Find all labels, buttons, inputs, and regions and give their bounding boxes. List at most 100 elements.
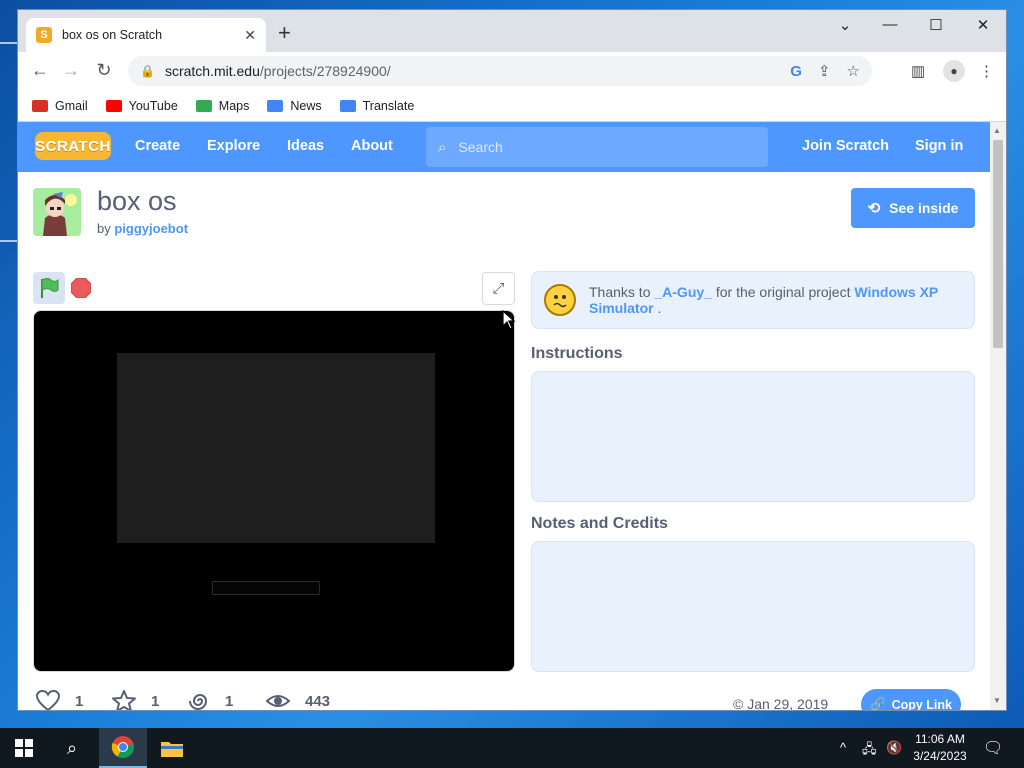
bookmark-label: YouTube — [128, 98, 178, 113]
maximize-button[interactable]: ☐ — [916, 16, 956, 34]
gmail-icon — [32, 99, 48, 112]
desktop-icon-edge[interactable] — [0, 240, 18, 242]
sign-in-link[interactable]: Sign in — [915, 138, 963, 154]
url-path: /projects/278924900/ — [259, 63, 391, 79]
page-scrollbar[interactable]: ▲ ▼ — [990, 122, 1006, 710]
scroll-down-arrow-icon[interactable]: ▼ — [993, 696, 1001, 705]
stage-loading-bar — [212, 581, 320, 595]
url-text[interactable]: scratch.mit.edu/projects/278924900/ — [165, 63, 774, 79]
remix-stat[interactable]: 1 — [189, 689, 233, 710]
fullscreen-button[interactable]: ⤢ — [482, 272, 515, 305]
eye-icon — [265, 695, 291, 707]
original-author-link[interactable]: _A-Guy_ — [654, 284, 712, 300]
clock-time: 11:06 AM — [915, 732, 965, 746]
youtube-icon — [105, 99, 122, 112]
bookmark-star-icon[interactable]: ☆ — [847, 62, 860, 80]
stop-sign-icon — [70, 277, 92, 299]
minimize-button[interactable]: — — [870, 16, 910, 33]
bookmark-label: Translate — [362, 98, 415, 113]
notes-heading: Notes and Credits — [531, 515, 668, 532]
remix-emoji-icon — [544, 284, 576, 316]
remix-credit-box: Thanks to _A-Guy_ for the original proje… — [531, 271, 975, 329]
back-button[interactable]: ← — [29, 60, 51, 81]
notes-box[interactable] — [531, 541, 975, 672]
bookmark-maps[interactable]: Maps — [195, 99, 249, 113]
address-bar[interactable]: 🔒 scratch.mit.edu/projects/278924900/ G … — [128, 56, 872, 86]
favorite-stat[interactable]: 1 — [111, 689, 159, 710]
love-count: 1 — [75, 692, 84, 710]
project-date: © Jan 29, 2019 — [733, 696, 828, 710]
project-author-line: by piggyjoebot — [97, 221, 188, 236]
network-icon[interactable]: 🖧 — [862, 740, 877, 762]
lock-icon[interactable]: 🔒 — [140, 64, 155, 78]
copy-link-button[interactable]: 🔗 Copy Link — [861, 689, 961, 710]
bookmark-news[interactable]: News — [267, 98, 322, 113]
tab-search-button[interactable]: ⌄ — [825, 16, 865, 34]
see-inside-button[interactable]: ⟲ See inside — [851, 188, 975, 228]
desktop-icon-edge[interactable] — [0, 42, 18, 44]
bookmark-label: News — [290, 98, 322, 113]
folder-icon — [161, 742, 183, 757]
instructions-box[interactable] — [531, 371, 975, 502]
tab-title: box os on Scratch — [62, 28, 163, 42]
bookmark-youtube[interactable]: YouTube — [105, 98, 178, 113]
profile-icon[interactable]: ● — [943, 60, 965, 82]
reload-button[interactable]: ↻ — [93, 60, 115, 81]
browser-tab[interactable]: S box os on Scratch ✕ — [26, 18, 266, 52]
maps-icon — [195, 99, 212, 112]
author-link[interactable]: piggyjoebot — [114, 221, 188, 236]
by-prefix: by — [97, 221, 111, 236]
star-icon — [112, 690, 136, 710]
copyright-icon: © — [733, 696, 744, 710]
forward-button[interactable]: → — [60, 60, 82, 81]
chrome-icon — [111, 736, 134, 758]
start-button[interactable] — [0, 728, 48, 768]
search-input[interactable]: ⌕ Search — [426, 127, 768, 167]
new-tab-button[interactable]: + — [278, 22, 291, 44]
views-stat: 443 — [265, 689, 330, 710]
link-icon: 🔗 — [870, 697, 886, 710]
nav-create[interactable]: Create — [135, 138, 180, 154]
google-icon[interactable]: G — [790, 63, 802, 80]
scroll-thumb[interactable] — [993, 140, 1003, 348]
close-window-button[interactable]: ✕ — [963, 16, 1003, 34]
side-panel-icon[interactable]: ▥ — [911, 62, 925, 80]
taskbar-search-button[interactable]: ⌕ — [48, 728, 96, 768]
tray-overflow-chevron-icon[interactable]: ^ — [840, 740, 846, 755]
taskbar-file-explorer[interactable] — [148, 728, 196, 768]
bookmarks-bar: Gmail YouTube Maps News Translate — [18, 90, 1006, 122]
menu-kebab-icon[interactable]: ⋮ — [979, 62, 994, 80]
search-placeholder: Search — [458, 139, 503, 155]
scratch-logo[interactable]: SCRATCH — [35, 132, 111, 160]
bookmark-translate[interactable]: Translate — [339, 98, 415, 113]
thanks-suffix: . — [657, 300, 662, 316]
copy-link-label: Copy Link — [891, 697, 952, 711]
favorite-count: 1 — [151, 692, 160, 710]
stop-button[interactable] — [70, 277, 92, 299]
clock-date: 3/24/2023 — [913, 749, 967, 763]
nav-explore[interactable]: Explore — [207, 138, 260, 154]
project-stage[interactable] — [33, 310, 515, 672]
news-icon — [267, 99, 284, 112]
author-avatar[interactable] — [33, 188, 81, 236]
scroll-up-arrow-icon[interactable]: ▲ — [993, 126, 1001, 135]
bookmark-gmail[interactable]: Gmail — [32, 99, 88, 113]
taskbar-clock[interactable]: 11:06 AM 3/24/2023 — [900, 731, 980, 765]
browser-toolbar: ← → ↻ 🔒 scratch.mit.edu/projects/2789249… — [18, 52, 1006, 90]
notifications-icon[interactable]: 🗨 — [983, 738, 1003, 758]
translate-icon — [339, 99, 356, 112]
taskbar-chrome[interactable] — [99, 728, 147, 768]
scratch-navbar: SCRATCH Create Explore Ideas About ⌕ Sea… — [18, 122, 990, 172]
remix-spiral-icon — [189, 694, 208, 710]
close-tab-icon[interactable]: ✕ — [244, 27, 256, 44]
windows-logo-icon — [15, 739, 33, 757]
scratch-favicon-icon: S — [36, 27, 52, 43]
share-icon[interactable]: ⇪ — [818, 62, 831, 80]
love-stat[interactable]: 1 — [35, 689, 83, 710]
green-flag-button[interactable] — [33, 272, 65, 304]
nav-about[interactable]: About — [351, 138, 393, 154]
nav-ideas[interactable]: Ideas — [287, 138, 324, 154]
project-title[interactable]: box os — [97, 186, 177, 217]
thanks-middle: for the original project — [715, 284, 851, 300]
join-scratch-link[interactable]: Join Scratch — [802, 138, 889, 154]
